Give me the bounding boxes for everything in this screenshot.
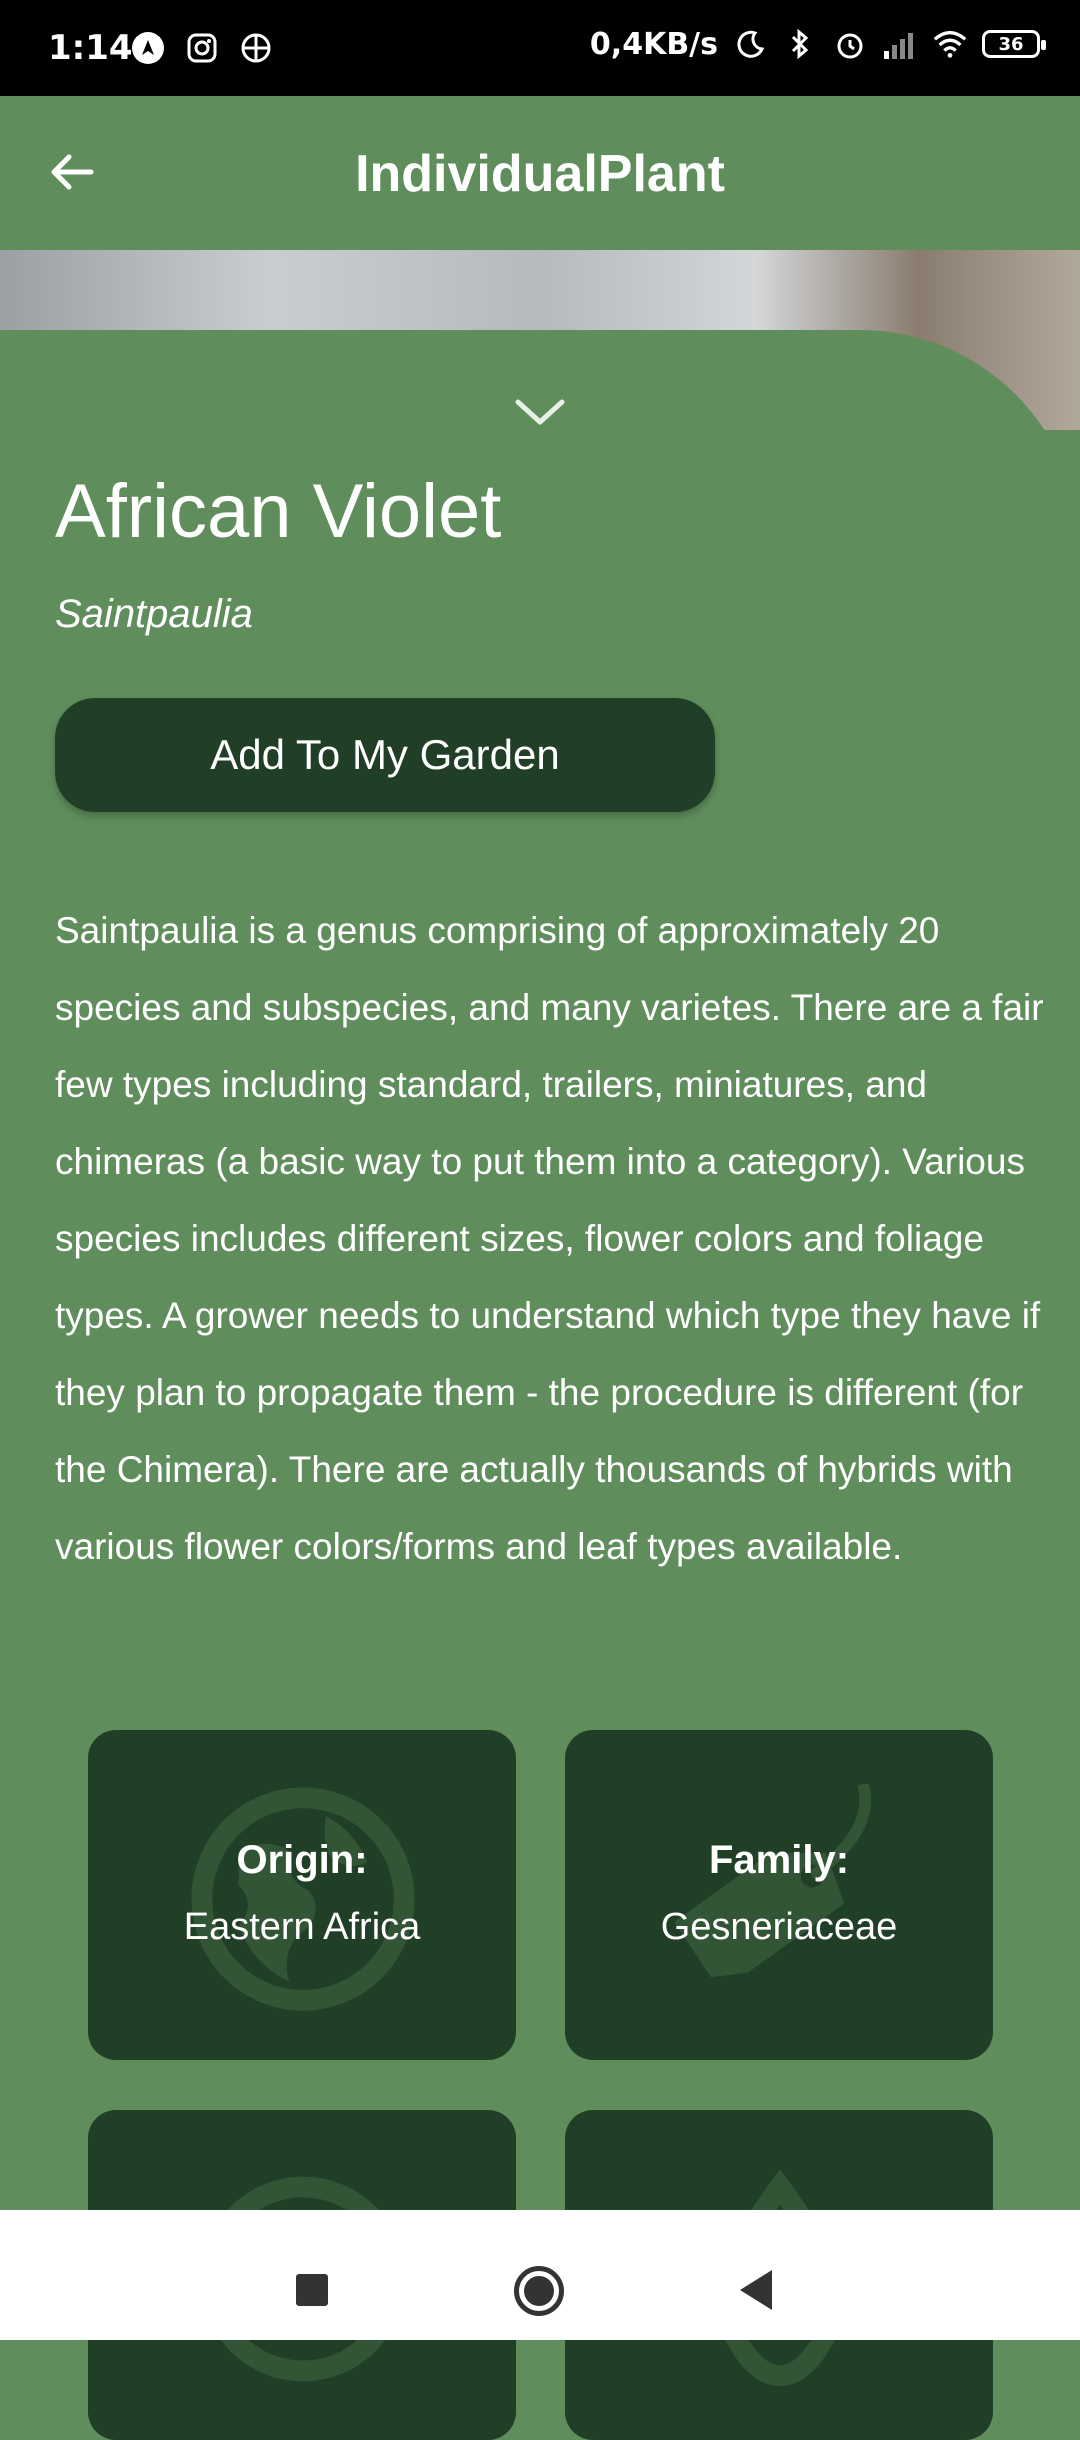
plant-name: African Violet	[55, 469, 502, 554]
origin-label: Origin:	[236, 1838, 368, 1882]
family-label: Family:	[708, 1838, 850, 1882]
system-navigation-bar	[0, 2210, 1080, 2340]
family-value: Gesneriaceae	[660, 1906, 898, 1948]
app-bar: IndividualPlant	[0, 96, 1080, 250]
origin-value: Eastern Africa	[183, 1906, 421, 1948]
system-status: 0,4KB/s 36	[589, 26, 1046, 62]
origin-card[interactable]: Origin: Eastern Africa	[88, 1730, 516, 2060]
bluetooth-icon	[782, 26, 818, 62]
recents-button[interactable]	[296, 2274, 328, 2306]
status-time: 1:14	[48, 28, 133, 68]
page-title: IndividualPlant	[355, 145, 725, 203]
notification-icons	[130, 30, 274, 66]
add-to-garden-button[interactable]: Add To My Garden	[55, 698, 715, 812]
home-dot-icon	[524, 2276, 554, 2306]
instagram-icon	[184, 30, 220, 66]
plant-detail-sheet[interactable]: African Violet Saintpaulia Add To My Gar…	[0, 330, 1080, 2440]
network-speed: 0,4KB/s	[589, 26, 718, 62]
globe-icon	[191, 1787, 415, 2011]
basketball-icon	[238, 30, 274, 66]
system-back-button[interactable]	[740, 2270, 772, 2310]
signal-icon	[882, 26, 918, 62]
family-card[interactable]: Family: Gesneriaceae	[565, 1730, 993, 2060]
battery-icon: 36	[982, 30, 1046, 58]
wifi-icon	[932, 26, 968, 62]
plant-scientific-name: Saintpaulia	[55, 592, 253, 636]
plant-description: Saintpaulia is a genus comprising of app…	[55, 910, 1044, 1567]
tag-icon	[674, 1784, 871, 1978]
alarm-icon	[832, 26, 868, 62]
status-bar: 1:14 0,4KB/s 36	[0, 0, 1080, 96]
chevron-down-icon[interactable]	[510, 392, 570, 432]
navigation-app-icon	[130, 30, 166, 66]
home-button[interactable]	[514, 2266, 564, 2316]
do-not-disturb-icon	[732, 26, 768, 62]
